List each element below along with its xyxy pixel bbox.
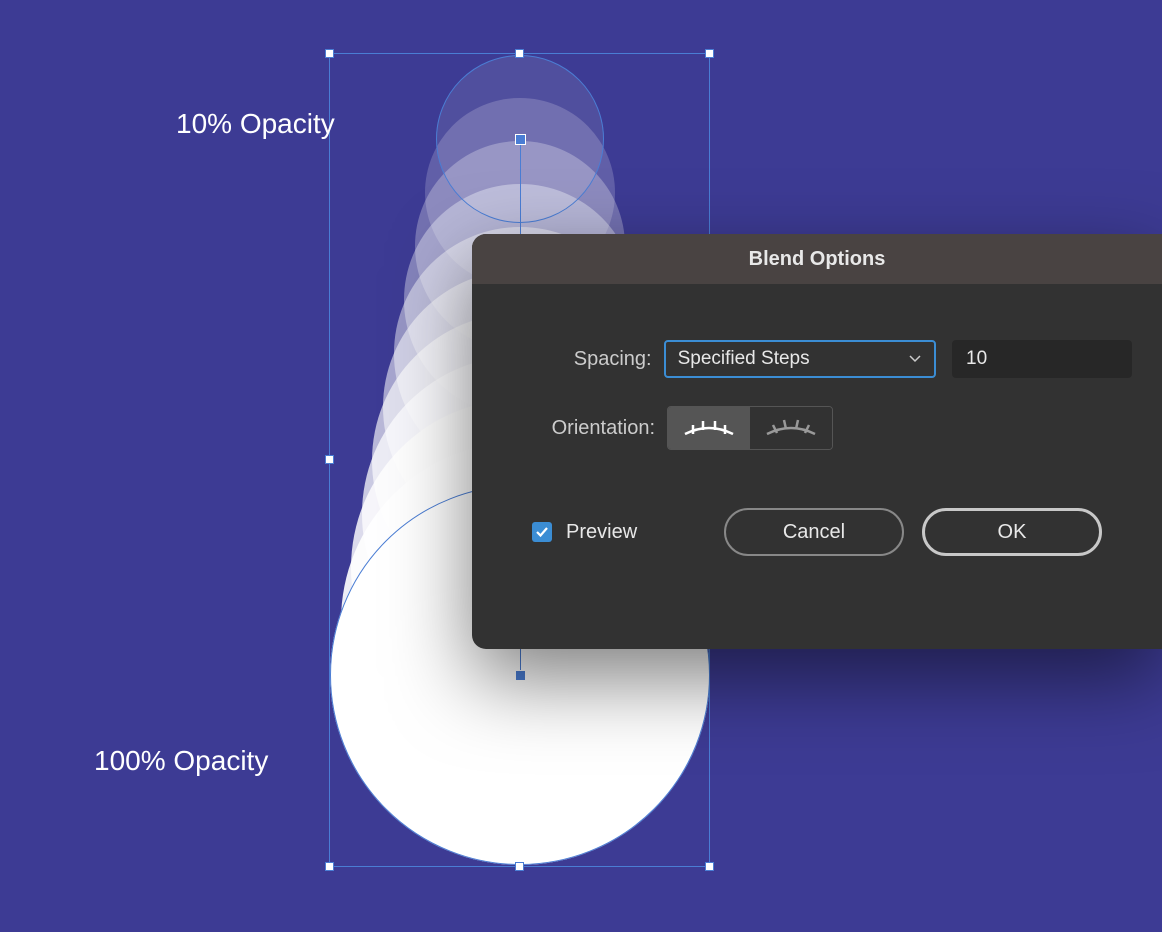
ok-button[interactable]: OK [922, 508, 1102, 556]
selection-handle-tl[interactable] [325, 49, 334, 58]
selection-handle-ml[interactable] [325, 455, 334, 464]
orientation-toggle-group [667, 406, 833, 450]
cancel-button[interactable]: Cancel [724, 508, 904, 556]
selection-handle-tr[interactable] [705, 49, 714, 58]
selection-handle-tc[interactable] [515, 49, 524, 58]
dialog-footer: Preview Cancel OK [502, 478, 1132, 556]
spacing-row: Spacing: Specified Steps [502, 340, 1132, 378]
spacing-dropdown[interactable]: Specified Steps [664, 340, 936, 378]
spacing-steps-input[interactable] [952, 340, 1132, 378]
preview-checkbox-group[interactable]: Preview [532, 521, 706, 544]
orientation-align-path-button[interactable] [750, 407, 832, 449]
selection-handle-bl[interactable] [325, 862, 334, 871]
chevron-down-icon [908, 352, 922, 366]
spine-anchor-bottom[interactable] [515, 670, 526, 681]
spine-anchor-top[interactable] [515, 134, 526, 145]
dialog-title: Blend Options [749, 248, 886, 271]
preview-checkbox[interactable] [532, 522, 552, 542]
spacing-label: Spacing: [502, 348, 664, 371]
spacing-dropdown-value: Specified Steps [678, 348, 908, 370]
opacity-bottom-label: 100% Opacity [94, 745, 268, 777]
orientation-align-page-button[interactable] [668, 407, 750, 449]
blend-options-dialog: Blend Options Spacing: Specified Steps O… [472, 234, 1162, 649]
selection-handle-br[interactable] [705, 862, 714, 871]
opacity-top-label: 10% Opacity [176, 108, 335, 140]
orientation-label: Orientation: [502, 417, 667, 440]
preview-label: Preview [566, 521, 637, 544]
orientation-row: Orientation: [502, 406, 1132, 450]
selection-handle-bc[interactable] [515, 862, 524, 871]
dialog-body: Spacing: Specified Steps Orientation: [472, 284, 1162, 586]
dialog-titlebar[interactable]: Blend Options [472, 234, 1162, 284]
